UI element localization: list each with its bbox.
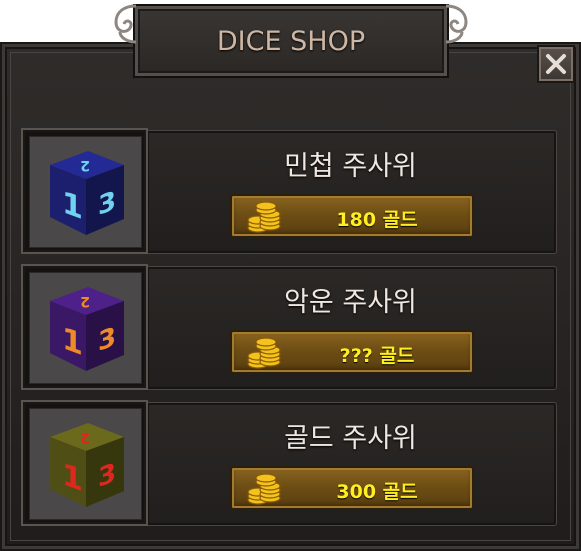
item-name: 악운 주사위 — [284, 287, 417, 318]
close-icon — [546, 54, 566, 74]
coin-stack-icon — [247, 201, 281, 233]
blue-die-icon: 2 1 3 — [50, 151, 124, 235]
buy-button[interactable]: ??? 골드 — [230, 330, 474, 374]
svg-text:2: 2 — [80, 293, 90, 309]
shop-item-row: 2 1 3 민첩 주사위 180 골드 — [18, 128, 558, 254]
title-plate: DICE SHOP — [133, 4, 449, 78]
title-ornament-left-icon — [114, 4, 137, 44]
gold-die-icon: 2 1 3 — [50, 423, 124, 507]
close-button[interactable] — [537, 45, 575, 83]
item-price: ??? 골드 — [339, 345, 415, 367]
item-icon-frame[interactable]: 2 1 3 — [21, 264, 148, 390]
item-price: 300 골드 — [336, 481, 418, 503]
coin-stack-icon — [247, 473, 281, 505]
svg-text:2: 2 — [80, 157, 90, 173]
shop-item-row: 2 1 3 악운 주사위 ??? 골드 — [18, 264, 558, 390]
window-title: DICE SHOP — [216, 26, 366, 57]
buy-button[interactable]: 300 골드 — [230, 466, 474, 510]
coin-stack-icon — [247, 337, 281, 369]
item-icon-frame[interactable]: 2 1 3 — [21, 400, 148, 526]
item-name: 골드 주사위 — [284, 423, 417, 454]
shop-item-row: 2 1 3 골드 주사위 300 골드 — [18, 400, 558, 526]
item-price: 180 골드 — [336, 209, 418, 231]
item-name: 민첩 주사위 — [284, 151, 417, 182]
item-icon-frame[interactable]: 2 1 3 — [21, 128, 148, 254]
buy-button[interactable]: 180 골드 — [230, 194, 474, 238]
purple-die-icon: 2 1 3 — [50, 287, 124, 371]
svg-text:2: 2 — [80, 429, 90, 445]
title-ornament-right-icon — [445, 4, 468, 44]
